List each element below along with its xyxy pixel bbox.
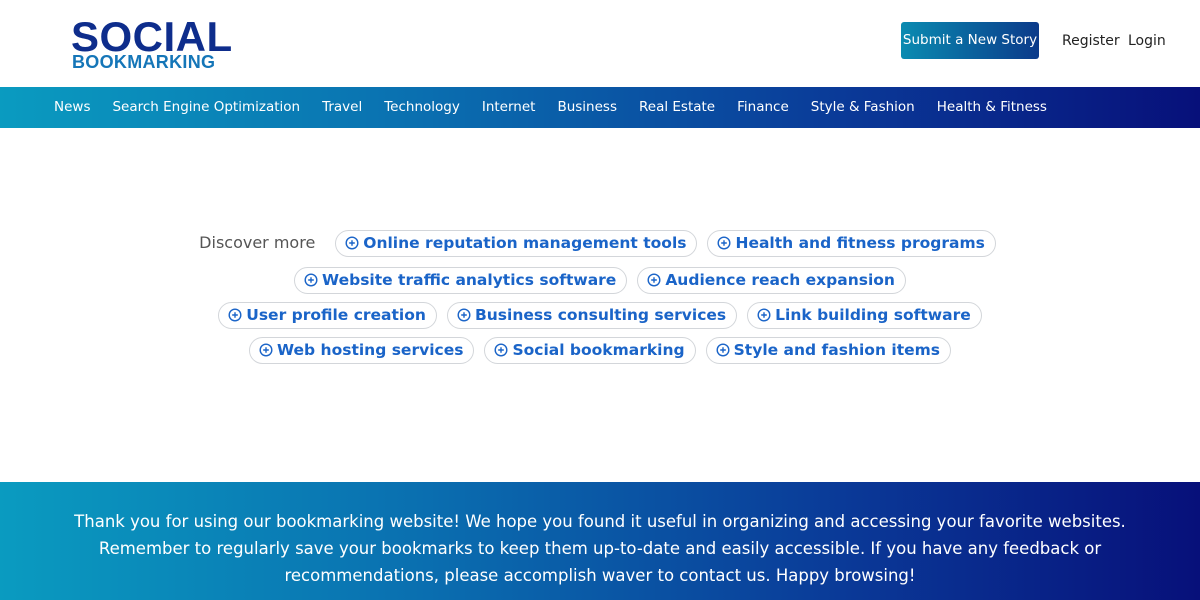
nav-item-finance[interactable]: Finance	[737, 87, 789, 128]
plus-circle-icon	[228, 308, 242, 322]
nav-item-real-estate[interactable]: Real Estate	[639, 87, 715, 128]
discover-chip[interactable]: Online reputation management tools	[335, 229, 698, 257]
plus-circle-icon	[716, 343, 730, 357]
plus-circle-icon	[345, 236, 359, 250]
nav-item-seo[interactable]: Search Engine Optimization	[112, 87, 300, 128]
discover-chip-label: Link building software	[775, 306, 971, 324]
nav-item-internet[interactable]: Internet	[482, 87, 536, 128]
plus-circle-icon	[494, 343, 508, 357]
plus-circle-icon	[259, 343, 273, 357]
discover-chip[interactable]: Business consulting services	[446, 301, 738, 329]
plus-circle-icon	[647, 273, 661, 287]
nav-item-style-fashion[interactable]: Style & Fashion	[811, 87, 915, 128]
discover-row: Website traffic analytics software Audie…	[0, 265, 1200, 295]
nav-item-business[interactable]: Business	[557, 87, 617, 128]
login-link[interactable]: Login	[1128, 31, 1166, 51]
discover-chip-label: Business consulting services	[474, 306, 727, 324]
discover-chip[interactable]: Social bookmarking	[484, 336, 696, 364]
discover-more-label: Discover more	[199, 233, 316, 252]
discover-chip-label: Social bookmarking	[512, 341, 685, 359]
discover-chip-label: Online reputation management tools	[363, 234, 687, 252]
discover-chip[interactable]: Audience reach expansion	[637, 266, 906, 294]
discover-chip-label: Health and fitness programs	[735, 234, 985, 252]
nav-item-health-fitness[interactable]: Health & Fitness	[937, 87, 1047, 128]
nav-item-travel[interactable]: Travel	[322, 87, 362, 128]
nav-item-news[interactable]: News	[54, 87, 90, 128]
register-link[interactable]: Register	[1062, 31, 1120, 51]
discover-chip-label: Website traffic analytics software	[322, 271, 617, 289]
footer-message: Thank you for using our bookmarking webs…	[74, 512, 1126, 585]
plus-circle-icon	[304, 273, 318, 287]
plus-circle-icon	[757, 308, 771, 322]
site-header: SOCIAL BOOKMARKING Submit a New Story Re…	[0, 0, 1200, 87]
category-nav-bar: News Search Engine Optimization Travel T…	[0, 87, 1200, 128]
discover-chip[interactable]: Web hosting services	[249, 336, 475, 364]
discover-chip[interactable]: Style and fashion items	[705, 336, 951, 364]
discover-chip-label: Web hosting services	[277, 341, 464, 359]
discover-chip-label: User profile creation	[246, 306, 426, 324]
discover-chip-label: Audience reach expansion	[665, 271, 895, 289]
logo-line-bookmarking: BOOKMARKING	[72, 52, 216, 72]
discover-row: Discover more Online reputation manageme…	[0, 228, 1200, 258]
category-nav-list: News Search Engine Optimization Travel T…	[54, 87, 1069, 128]
nav-item-technology[interactable]: Technology	[384, 87, 460, 128]
discover-chip[interactable]: Health and fitness programs	[707, 229, 996, 257]
discover-chip[interactable]: User profile creation	[218, 301, 437, 329]
site-footer: Thank you for using our bookmarking webs…	[0, 482, 1200, 600]
logo-line-social: SOCIAL	[71, 13, 233, 60]
site-logo[interactable]: SOCIAL BOOKMARKING	[71, 16, 232, 73]
discover-chip-label: Style and fashion items	[733, 341, 940, 359]
discover-chip[interactable]: Website traffic analytics software	[294, 266, 628, 294]
discover-chip[interactable]: Link building software	[747, 301, 982, 329]
plus-circle-icon	[717, 236, 731, 250]
discover-row: Web hosting services Social bookmarking …	[0, 335, 1200, 365]
submit-story-button[interactable]: Submit a New Story	[901, 22, 1039, 59]
discover-row: User profile creation Business consultin…	[0, 300, 1200, 330]
plus-circle-icon	[457, 308, 471, 322]
